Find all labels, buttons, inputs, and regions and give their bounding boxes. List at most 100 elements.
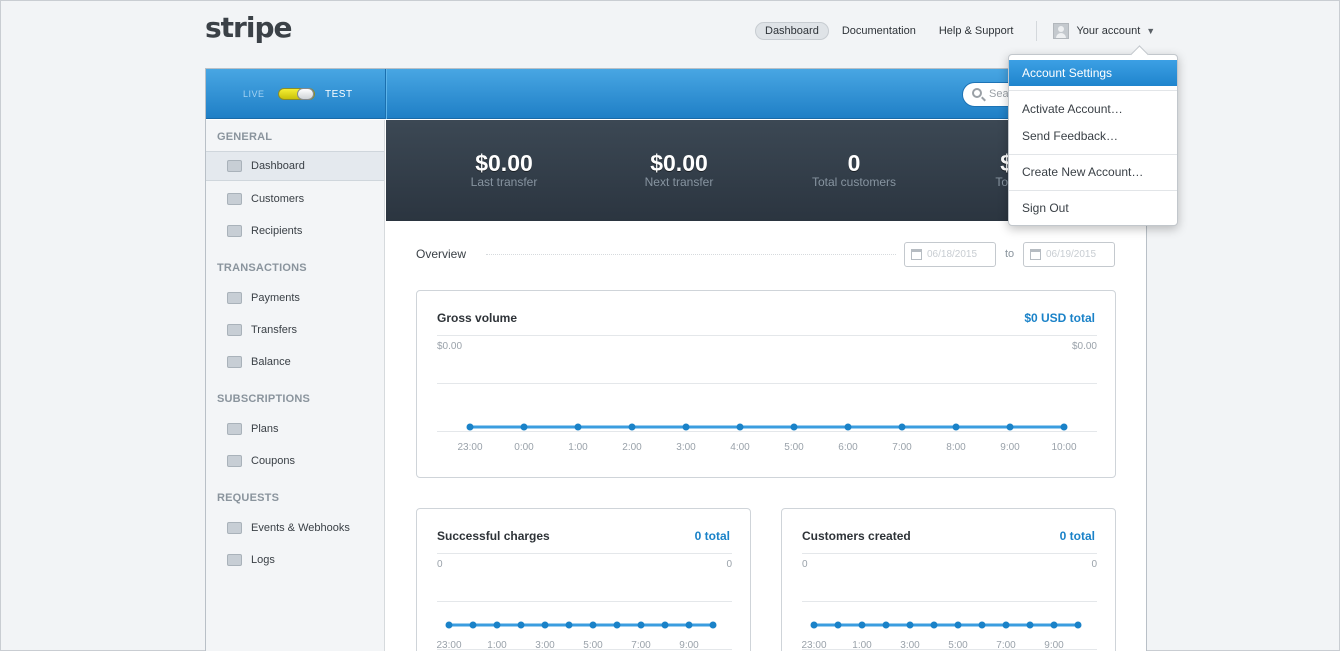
gross-volume-chart: 23:00 0:00 1:00 2:00 3:00 4:00 5:00 6:00 7:00 8:0… [457, 423, 1077, 453]
search-icon [972, 88, 982, 98]
data-point[interactable] [1006, 423, 1014, 431]
data-point[interactable] [736, 423, 744, 431]
x-tick-label: 6:00 [838, 442, 858, 453]
sidebar-item-balance[interactable]: Balance [206, 347, 384, 377]
date-to-input[interactable]: 06/19/2015 [1023, 242, 1115, 267]
menu-separator [1009, 154, 1177, 155]
data-point[interactable] [493, 621, 501, 629]
data-point[interactable] [952, 423, 960, 431]
data-point[interactable] [1060, 423, 1068, 431]
data-point[interactable] [628, 423, 636, 431]
account-menu-toggle[interactable]: Your account ▼ [1053, 23, 1155, 39]
customers-icon [227, 193, 242, 205]
transfers-icon [227, 324, 242, 336]
data-point[interactable] [898, 423, 906, 431]
menu-item-sign-out[interactable]: Sign Out [1009, 195, 1177, 221]
data-point[interactable] [1002, 621, 1010, 629]
nav-divider [1036, 21, 1038, 41]
sidebar-item-payments[interactable]: Payments [206, 283, 384, 313]
sidebar-section-transactions: TRANSACTIONS [217, 262, 307, 274]
date-from-value: 06/18/2015 [927, 249, 978, 260]
menu-item-create-new-account[interactable]: Create New Account… [1009, 159, 1177, 185]
data-point[interactable] [469, 621, 477, 629]
data-point[interactable] [834, 621, 842, 629]
sidebar-item-label: Payments [251, 292, 300, 304]
data-point[interactable] [661, 621, 669, 629]
sidebar-item-coupons[interactable]: Coupons [206, 446, 384, 476]
stripe-logo[interactable]: stripe [205, 11, 292, 44]
data-point[interactable] [790, 423, 798, 431]
data-point[interactable] [574, 423, 582, 431]
sidebar-item-dashboard[interactable]: Dashboard [206, 151, 384, 181]
data-point[interactable] [466, 423, 474, 431]
date-to-value: 06/19/2015 [1046, 249, 1097, 260]
menu-item-activate-account[interactable]: Activate Account… [1009, 96, 1177, 122]
data-point[interactable] [844, 423, 852, 431]
data-point[interactable] [906, 621, 914, 629]
stat-label: Next transfer [644, 175, 714, 189]
menu-separator [1009, 190, 1177, 191]
nav-dashboard-link[interactable]: Dashboard [755, 22, 829, 40]
sidebar: GENERAL Dashboard Customers Recipients T… [206, 120, 385, 651]
customers-created-card: Customers created 0 total 0 0 23:00 1:00 3… [781, 508, 1116, 651]
data-point[interactable] [1074, 621, 1082, 629]
data-point[interactable] [445, 621, 453, 629]
data-point[interactable] [517, 621, 525, 629]
nav-documentation-link[interactable]: Documentation [842, 25, 916, 37]
sidebar-item-customers[interactable]: Customers [206, 184, 384, 214]
menu-item-send-feedback[interactable]: Send Feedback… [1009, 123, 1177, 149]
avatar-icon [1053, 23, 1070, 39]
data-point[interactable] [520, 423, 528, 431]
menu-item-account-settings[interactable]: Account Settings [1009, 60, 1177, 86]
toggle-knob [297, 88, 314, 100]
account-dropdown-menu: Account Settings Activate Account… Send … [1008, 54, 1178, 226]
data-point[interactable] [810, 621, 818, 629]
dashboard-frame: LIVE TEST Search GENERAL Dashboard Custo… [205, 68, 1147, 651]
x-tick-label: 0:00 [514, 442, 534, 453]
test-mode-label[interactable]: TEST [325, 89, 353, 100]
data-point[interactable] [1026, 621, 1034, 629]
stat-total-customers: 0 Total customers [774, 150, 934, 189]
stat-value: $0.00 [650, 150, 708, 176]
sidebar-section-requests: REQUESTS [217, 492, 280, 504]
x-tick-label: 1:00 [852, 640, 872, 651]
sidebar-item-recipients[interactable]: Recipients [206, 216, 384, 246]
sidebar-item-transfers[interactable]: Transfers [206, 315, 384, 345]
balance-icon [227, 356, 242, 368]
stat-last-transfer: $0.00 Last transfer [424, 150, 584, 189]
data-point[interactable] [637, 621, 645, 629]
successful-charges-chart: 23:00 1:00 3:00 5:00 7:00 9:00 [436, 621, 717, 651]
data-point[interactable] [930, 621, 938, 629]
x-tick-label: 9:00 [1044, 640, 1064, 651]
date-from-input[interactable]: 06/18/2015 [904, 242, 996, 267]
calendar-icon [1030, 249, 1041, 260]
sidebar-item-logs[interactable]: Logs [206, 545, 384, 575]
overview-title: Overview [416, 247, 467, 261]
sidebar-section-subscriptions: SUBSCRIPTIONS [217, 393, 311, 405]
live-test-toggle[interactable] [278, 88, 315, 100]
data-point[interactable] [685, 621, 693, 629]
data-point[interactable] [882, 621, 890, 629]
data-point[interactable] [978, 621, 986, 629]
chevron-down-icon: ▼ [1146, 26, 1156, 36]
customers-created-chart: 23:00 1:00 3:00 5:00 7:00 9:00 [801, 621, 1082, 651]
recipients-icon [227, 225, 242, 237]
nav-help-link[interactable]: Help & Support [939, 25, 1014, 37]
chart-icon [227, 160, 242, 172]
x-tick-label: 9:00 [1000, 442, 1020, 453]
data-point[interactable] [682, 423, 690, 431]
live-mode-label[interactable]: LIVE [243, 89, 265, 99]
data-point[interactable] [541, 621, 549, 629]
sidebar-item-label: Customers [251, 193, 305, 205]
data-point[interactable] [589, 621, 597, 629]
x-tick-label: 4:00 [730, 442, 750, 453]
sidebar-item-events-webhooks[interactable]: Events & Webhooks [206, 513, 384, 543]
account-label: Your account [1076, 25, 1141, 37]
data-point[interactable] [858, 621, 866, 629]
data-point[interactable] [613, 621, 621, 629]
data-point[interactable] [709, 621, 717, 629]
data-point[interactable] [565, 621, 573, 629]
data-point[interactable] [954, 621, 962, 629]
sidebar-item-plans[interactable]: Plans [206, 414, 384, 444]
data-point[interactable] [1050, 621, 1058, 629]
